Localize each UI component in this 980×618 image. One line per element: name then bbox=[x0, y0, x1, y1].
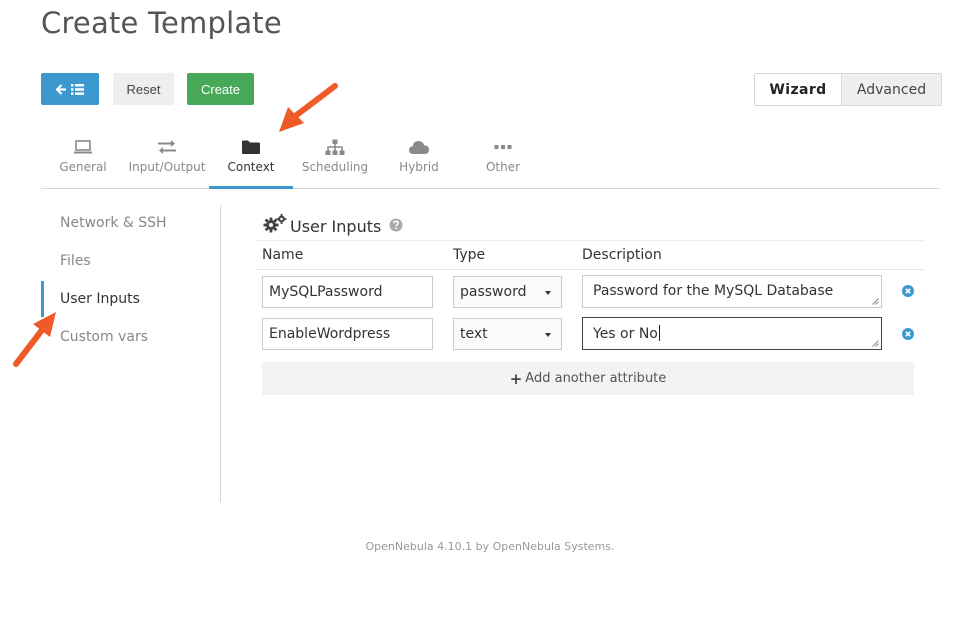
tab-other[interactable]: Other bbox=[461, 128, 545, 189]
select-value: text bbox=[460, 326, 488, 342]
user-input-description-field[interactable]: Yes or No bbox=[582, 317, 882, 350]
tab-label: Input/Output bbox=[128, 160, 206, 174]
tab-label: General bbox=[59, 160, 107, 174]
description-text: Password for the MySQL Database bbox=[593, 283, 834, 299]
exchange-icon bbox=[156, 137, 178, 157]
tab-label: Context bbox=[227, 160, 275, 174]
text-cursor bbox=[658, 325, 660, 341]
user-input-type-select[interactable]: password bbox=[453, 276, 562, 308]
tab-general[interactable]: General bbox=[41, 128, 125, 189]
add-attribute-button[interactable]: + Add another attribute bbox=[262, 362, 914, 395]
caret-down-icon bbox=[545, 333, 551, 337]
tab-label: Hybrid bbox=[399, 160, 439, 174]
sidenav-item-network-ssh[interactable]: Network & SSH bbox=[41, 205, 219, 241]
user-input-name-field[interactable]: EnableWordpress bbox=[262, 318, 433, 350]
arrow-left-icon bbox=[56, 83, 66, 95]
resize-handle-icon[interactable] bbox=[872, 340, 879, 347]
advanced-mode-button[interactable]: Advanced bbox=[842, 74, 941, 105]
caret-down-icon bbox=[545, 291, 551, 295]
description-text: Yes or No bbox=[593, 326, 658, 342]
tab-hybrid[interactable]: Hybrid bbox=[377, 128, 461, 189]
ellipsis-icon bbox=[494, 137, 512, 157]
add-attribute-label: Add another attribute bbox=[525, 371, 667, 386]
tab-label: Scheduling bbox=[301, 160, 369, 174]
column-header-type: Type bbox=[453, 247, 486, 263]
back-to-list-button[interactable] bbox=[41, 73, 99, 105]
user-input-description-field[interactable]: Password for the MySQL Database bbox=[582, 275, 882, 308]
resize-handle-icon[interactable] bbox=[872, 298, 879, 305]
remove-row-icon[interactable] bbox=[902, 285, 914, 297]
context-sidenav: Network & SSH Files User Inputs Custom v… bbox=[41, 205, 221, 502]
remove-row-icon[interactable] bbox=[902, 328, 914, 340]
user-input-name-field[interactable]: MySQLPassword bbox=[262, 276, 433, 308]
question-circle-icon[interactable] bbox=[389, 217, 403, 236]
select-value: password bbox=[460, 284, 527, 300]
plus-icon: + bbox=[509, 369, 523, 388]
section-title: User Inputs bbox=[290, 216, 382, 236]
sidenav-item-custom-vars[interactable]: Custom vars bbox=[41, 319, 219, 355]
tab-label: Other bbox=[485, 160, 521, 174]
folder-icon bbox=[241, 137, 261, 157]
cloud-icon bbox=[408, 137, 430, 157]
user-input-type-select[interactable]: text bbox=[453, 318, 562, 350]
wizard-mode-button[interactable]: Wizard bbox=[755, 74, 842, 105]
tab-input-output[interactable]: Input/Output bbox=[125, 128, 209, 189]
create-button[interactable]: Create bbox=[187, 73, 254, 105]
gears-icon bbox=[263, 214, 287, 238]
tab-context[interactable]: Context bbox=[209, 128, 293, 189]
sidenav-item-user-inputs[interactable]: User Inputs bbox=[41, 281, 219, 317]
laptop-icon bbox=[73, 137, 93, 157]
column-header-description: Description bbox=[582, 247, 662, 263]
template-tabs: General Input/Output Context Scheduling … bbox=[41, 128, 940, 189]
section-header: User Inputs bbox=[263, 214, 403, 238]
sitemap-icon bbox=[325, 137, 345, 157]
page-title: Create Template bbox=[41, 6, 282, 40]
annotation-arrow-icon bbox=[13, 312, 56, 367]
mode-switch: Wizard Advanced bbox=[754, 73, 942, 106]
tab-scheduling[interactable]: Scheduling bbox=[293, 128, 377, 189]
sidenav-item-files[interactable]: Files bbox=[41, 243, 219, 279]
column-header-name: Name bbox=[262, 247, 304, 263]
reset-button[interactable]: Reset bbox=[113, 73, 174, 105]
footer-text: OpenNebula 4.10.1 by OpenNebula Systems. bbox=[365, 540, 615, 553]
list-icon bbox=[71, 83, 84, 95]
annotation-arrow-icon bbox=[279, 83, 338, 132]
